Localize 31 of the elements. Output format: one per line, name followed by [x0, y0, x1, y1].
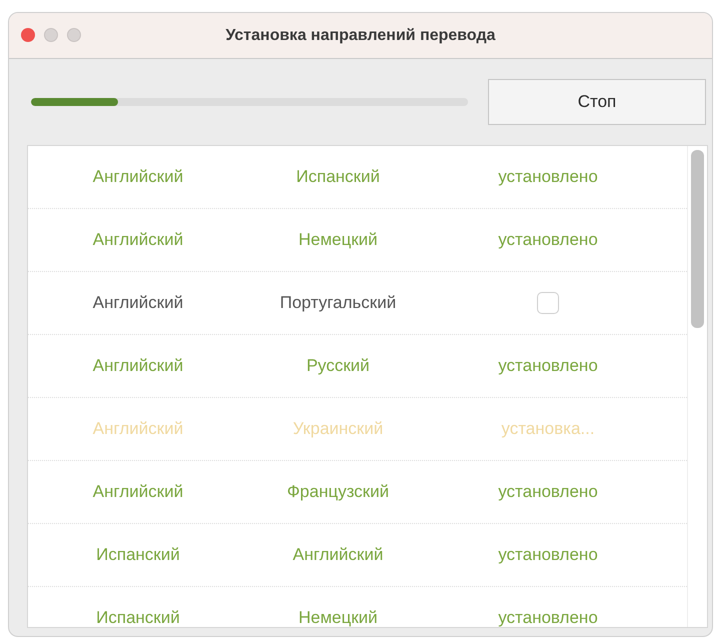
install-status: установлено — [498, 230, 598, 250]
source-language: Английский — [92, 419, 184, 439]
install-status: установка... — [501, 419, 595, 439]
source-language: Испанский — [95, 608, 181, 627]
scroll-thumb[interactable] — [691, 150, 704, 328]
install-status: установлено — [498, 608, 598, 627]
zoom-button[interactable] — [67, 28, 81, 42]
target-language: Английский — [292, 545, 384, 565]
target-language: Немецкий — [297, 230, 379, 250]
install-status: установлено — [498, 482, 598, 502]
target-language: Португальский — [278, 293, 398, 313]
target-language: Немецкий — [297, 608, 379, 627]
target-language: Украинский — [292, 419, 384, 439]
minimize-button[interactable] — [44, 28, 58, 42]
scrollbar[interactable] — [687, 146, 707, 627]
target-language: Русский — [305, 356, 371, 376]
install-status: установлено — [498, 356, 598, 376]
source-language: Английский — [92, 482, 184, 502]
source-language: Английский — [92, 293, 184, 313]
target-language: Французский — [286, 482, 390, 502]
window-title: Установка направлений перевода — [226, 26, 496, 44]
stop-button[interactable]: Стоп — [488, 79, 706, 125]
source-language: Английский — [92, 356, 184, 376]
source-language: Испанский — [95, 545, 181, 565]
install-checkbox[interactable] — [537, 292, 559, 314]
target-language: Испанский — [295, 167, 381, 187]
install-status: установлено — [498, 545, 598, 565]
source-language: Английский — [92, 230, 184, 250]
close-button[interactable] — [21, 28, 35, 42]
source-language: Английский — [92, 167, 184, 187]
install-status: установлено — [498, 167, 598, 187]
